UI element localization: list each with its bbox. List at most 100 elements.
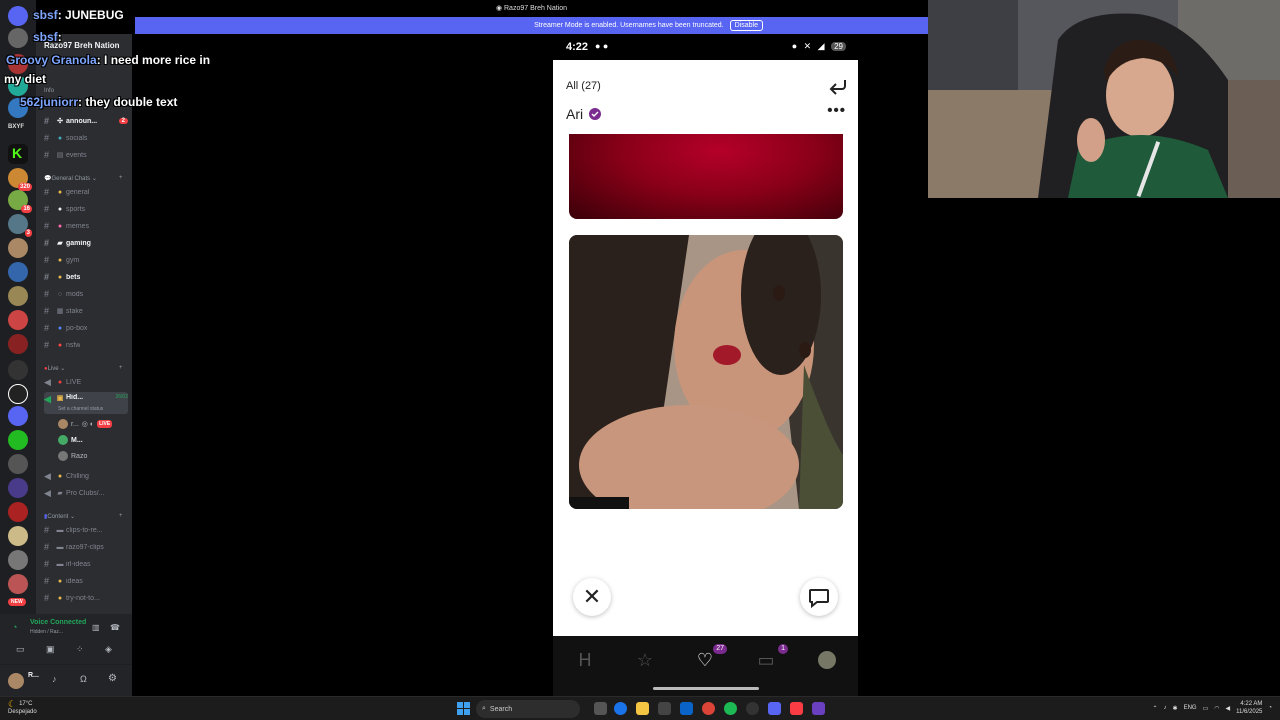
channel-try-not-to[interactable]: # ● try-not-to...	[44, 591, 128, 605]
server-icon[interactable]	[8, 286, 28, 306]
server-icon[interactable]	[8, 28, 28, 48]
activities-icon[interactable]: ⁘	[76, 644, 84, 655]
server-icon[interactable]	[8, 6, 28, 26]
server-icon[interactable]	[8, 360, 28, 380]
camera-icon[interactable]: ▭	[16, 644, 25, 655]
channel-events[interactable]: # ▤ events	[44, 148, 128, 162]
channel-socials[interactable]: # ● socials	[44, 131, 128, 145]
category-live[interactable]: ●Live ⌄ +	[44, 365, 123, 372]
channel-ideas[interactable]: # ● ideas	[44, 574, 128, 588]
voice-channel-name[interactable]: Hidden / Raz...	[30, 629, 63, 635]
voice-user[interactable]: r... ◎ ◐ LIVE	[58, 419, 113, 429]
channel-announcements[interactable]: # ✣ announ... 2	[44, 114, 128, 128]
taskbar-search[interactable]: ⌕ Search	[476, 700, 580, 718]
pass-button[interactable]: ✕	[573, 578, 611, 616]
channel-memes[interactable]: # ● memes	[44, 219, 128, 233]
soundboard-icon[interactable]: ◈	[105, 644, 112, 655]
channel-stake[interactable]: # ▦ stake	[44, 304, 128, 318]
channel-sports[interactable]: # ● sports	[44, 202, 128, 216]
nav-likes-heart-icon[interactable]: ♡ 27	[693, 644, 727, 672]
channel-razo97-clips[interactable]: # ▬ razo97-clips	[44, 540, 128, 554]
channel-mods[interactable]: # ○ mods	[44, 287, 128, 301]
nav-profile-avatar[interactable]	[815, 648, 839, 672]
channel-general[interactable]: # ● general	[44, 185, 128, 199]
channel-chilling[interactable]: ◀ ● Chilling	[44, 469, 128, 483]
wifi-icon[interactable]: ◠	[1214, 705, 1219, 712]
discord-icon[interactable]	[768, 702, 781, 715]
teams-icon[interactable]	[812, 702, 825, 715]
volume-icon[interactable]: ◀	[1226, 705, 1231, 712]
server-icon[interactable]	[8, 262, 28, 282]
server-icon[interactable]	[8, 310, 28, 330]
screen-share-icon[interactable]: ▣	[46, 644, 55, 655]
channel-gym[interactable]: # ● gym	[44, 253, 128, 267]
file-explorer-icon[interactable]	[636, 702, 649, 715]
store-icon[interactable]	[658, 702, 671, 715]
category-info[interactable]: Info	[44, 88, 54, 94]
microphone-icon[interactable]: ♪	[1164, 705, 1167, 711]
server-icon[interactable]	[8, 430, 28, 450]
edge-icon[interactable]	[614, 702, 627, 715]
server-icon[interactable]	[8, 478, 28, 498]
server-icon[interactable]	[8, 502, 28, 522]
disable-streamer-mode-button[interactable]: Disable	[729, 20, 763, 31]
voice-user[interactable]: Razo	[58, 451, 87, 461]
disconnect-icon[interactable]: ☎	[110, 623, 120, 632]
server-icon[interactable]	[8, 526, 28, 546]
server-icon[interactable]	[8, 334, 28, 354]
server-icon[interactable]: 16	[8, 190, 32, 213]
category-content[interactable]: ▮Content ⌄ +	[44, 513, 123, 520]
music-icon[interactable]	[790, 702, 803, 715]
server-icon[interactable]	[8, 550, 28, 570]
server-icon[interactable]: 3	[8, 214, 32, 237]
nav-home-icon[interactable]: H	[573, 648, 597, 672]
username[interactable]: R...	[28, 672, 39, 679]
headphones-icon[interactable]: Ω	[80, 674, 87, 684]
settings-gear-icon[interactable]: ⚙	[108, 673, 117, 684]
avatar[interactable]	[8, 673, 24, 689]
server-icon[interactable]	[8, 574, 28, 594]
kick-server-icon[interactable]: K	[8, 144, 28, 164]
channel-bets[interactable]: # ● bets	[44, 270, 128, 284]
server-label[interactable]: BXYF	[8, 124, 24, 130]
server-icon[interactable]	[8, 454, 28, 474]
bluetooth-icon[interactable]: ✱	[1173, 705, 1178, 712]
channel-nsfw[interactable]: # ● nsfw	[44, 338, 128, 352]
channel-live[interactable]: ◀ ● LIVE	[44, 375, 128, 389]
nav-messages-icon[interactable]: ▭ 1	[754, 644, 788, 672]
display-icon[interactable]: ▭	[1203, 705, 1209, 712]
server-icon[interactable]: 320	[8, 168, 32, 191]
server-icon[interactable]	[8, 238, 28, 258]
channel-gaming[interactable]: # ▰ gaming	[44, 236, 128, 250]
spotify-icon[interactable]	[724, 702, 737, 715]
category-general-chats[interactable]: 💬General Chats ⌄ +	[44, 175, 123, 182]
windows-start-icon[interactable]	[457, 702, 470, 715]
server-icon[interactable]	[8, 384, 28, 404]
add-channel-icon[interactable]: +	[119, 175, 123, 181]
voice-user[interactable]: M...	[58, 435, 83, 445]
channel-clips-to-review[interactable]: # ▬ clips-to-re...	[44, 523, 128, 537]
voice-status[interactable]: Voice Connected	[30, 619, 86, 626]
nav-standouts-star-icon[interactable]: ☆	[633, 648, 657, 672]
channel-irl-ideas[interactable]: # ▬ irl-ideas	[44, 557, 128, 571]
task-view-icon[interactable]	[594, 702, 607, 715]
tray-chevron-icon[interactable]: ⌃	[1153, 705, 1158, 712]
mail-icon[interactable]	[680, 702, 693, 715]
add-channel-icon[interactable]: +	[119, 513, 123, 519]
message-button[interactable]	[800, 578, 838, 616]
noise-suppression-icon[interactable]: ▥	[92, 623, 100, 632]
more-options-icon[interactable]: •••	[827, 103, 846, 118]
chrome-icon[interactable]	[702, 702, 715, 715]
notification-bell-icon[interactable]: ◔	[1268, 705, 1272, 711]
add-channel-icon[interactable]: +	[119, 365, 123, 371]
channel-pro-clubs[interactable]: ◀ ▰ Pro Clubs/...	[44, 486, 128, 500]
obs-icon[interactable]	[746, 702, 759, 715]
microphone-icon[interactable]: ♪	[52, 674, 57, 684]
channel-po-box[interactable]: # ● po-box	[44, 321, 128, 335]
weather-widget[interactable]: ☾ 17°C Despejado	[8, 700, 37, 716]
server-icon[interactable]	[8, 406, 28, 426]
language-indicator[interactable]: ENG	[1184, 705, 1197, 711]
clock[interactable]: 4:22 AM 11/6/2025	[1236, 700, 1262, 716]
undo-arrow-icon[interactable]	[828, 78, 848, 96]
channel-status-hint[interactable]: Set a channel status	[58, 406, 103, 412]
